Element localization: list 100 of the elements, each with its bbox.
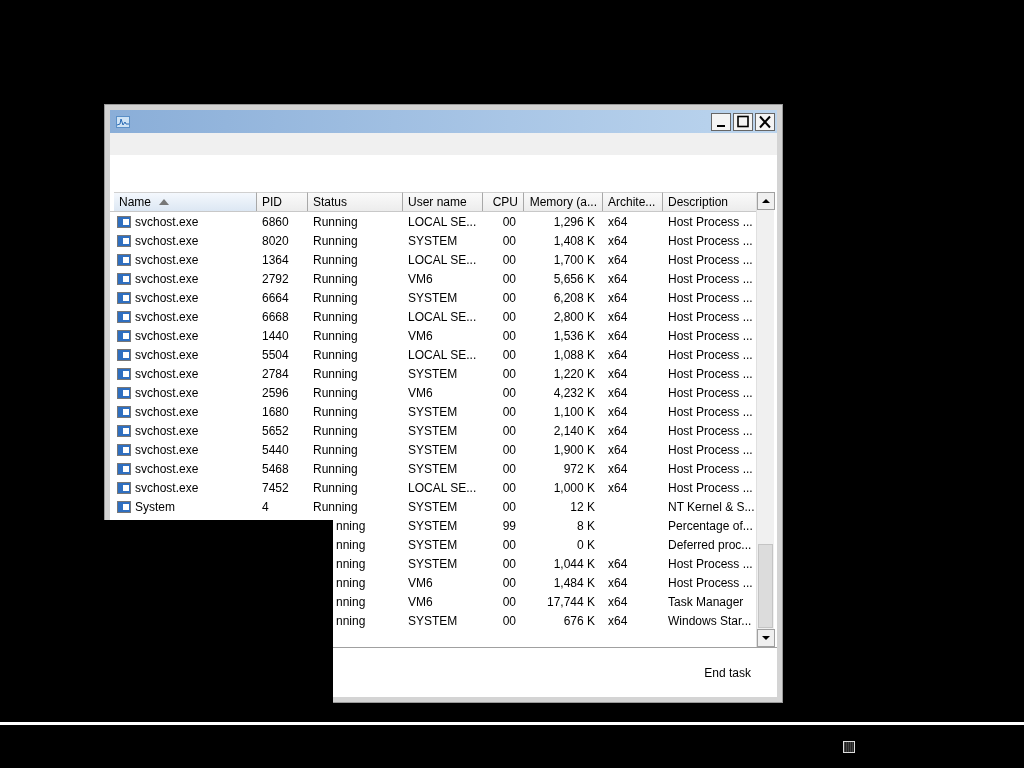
table-cell: Task Manager — [668, 594, 744, 609]
table-cell: svchost.exe — [135, 328, 199, 343]
table-cell: 6860 — [262, 214, 289, 229]
table-cell: Host Process ... — [668, 309, 753, 324]
table-cell: 00 — [502, 328, 516, 343]
maximize-button[interactable] — [733, 112, 753, 131]
column-header[interactable]: Archite... — [603, 192, 663, 211]
close-button[interactable] — [755, 112, 775, 131]
column-header[interactable]: PID — [257, 192, 308, 211]
table-cell: Host Process ... — [668, 290, 753, 305]
process-icon — [117, 462, 131, 475]
process-icon — [117, 253, 131, 266]
table-cell: 17,744 K — [546, 594, 595, 609]
table-cell: nning — [336, 518, 366, 533]
table-cell: Running — [313, 233, 358, 248]
table-cell: nning — [336, 594, 366, 609]
table-cell: x64 — [608, 594, 628, 609]
table-cell: 8 K — [577, 518, 595, 533]
scroll-up-icon[interactable] — [757, 192, 775, 210]
process-icon — [117, 234, 131, 247]
table-cell: x64 — [608, 252, 628, 267]
table-cell: Running — [313, 385, 358, 400]
table-cell: Running — [313, 499, 358, 514]
table-cell: LOCAL SE... — [408, 252, 477, 267]
table-cell: nning — [336, 575, 366, 590]
table-cell: 00 — [502, 480, 516, 495]
table-cell: Running — [313, 461, 358, 476]
scrollbar[interactable] — [756, 192, 774, 647]
table-cell: Host Process ... — [668, 556, 753, 571]
table-cell: 1,700 K — [553, 252, 595, 267]
table-cell: x64 — [608, 480, 628, 495]
scroll-thumb[interactable] — [758, 544, 773, 628]
table-cell: SYSTEM — [408, 556, 458, 571]
table-cell: SYSTEM — [408, 518, 458, 533]
table-cell: x64 — [608, 366, 628, 381]
table-cell: System — [135, 499, 175, 514]
table-cell: SYSTEM — [408, 404, 458, 419]
table-cell: Host Process ... — [668, 252, 753, 267]
table-cell: 00 — [502, 556, 516, 571]
table-cell: 4,232 K — [553, 385, 595, 400]
table-cell: 972 K — [563, 461, 595, 476]
column-header[interactable]: Memory (a... — [524, 192, 603, 211]
process-icon — [117, 443, 131, 456]
table-cell: Running — [313, 423, 358, 438]
table-cell: 00 — [502, 309, 516, 324]
table-cell: VM6 — [408, 575, 433, 590]
table-cell: 00 — [502, 613, 516, 628]
column-header[interactable]: User name — [403, 192, 483, 211]
table-cell: 5468 — [262, 461, 289, 476]
table-cell: Running — [313, 252, 358, 267]
column-header[interactable]: CPU — [483, 192, 524, 211]
table-cell: SYSTEM — [408, 366, 458, 381]
table-cell: svchost.exe — [135, 423, 199, 438]
table-cell: Running — [313, 290, 358, 305]
table-cell: Host Process ... — [668, 404, 753, 419]
process-icon — [117, 367, 131, 380]
process-icon — [117, 310, 131, 323]
table-cell: x64 — [608, 385, 628, 400]
table-cell: x64 — [608, 214, 628, 229]
table-cell: x64 — [608, 271, 628, 286]
table-cell: NT Kernel & S... — [668, 499, 755, 514]
table-cell: x64 — [608, 347, 628, 362]
table-cell: svchost.exe — [135, 480, 199, 495]
table-cell: 00 — [502, 214, 516, 229]
table-cell: SYSTEM — [408, 290, 458, 305]
table-cell: Host Process ... — [668, 328, 753, 343]
table-cell: 00 — [502, 347, 516, 362]
table-cell: nning — [336, 613, 366, 628]
process-icon — [117, 424, 131, 437]
table-cell: 00 — [502, 290, 516, 305]
table-cell: Percentage of... — [668, 518, 753, 533]
scroll-down-icon[interactable] — [757, 629, 775, 647]
table-cell: Running — [313, 480, 358, 495]
table-cell: x64 — [608, 309, 628, 324]
table-cell: SYSTEM — [408, 233, 458, 248]
table-cell: Running — [313, 442, 358, 457]
process-icon — [117, 329, 131, 342]
table-cell: VM6 — [408, 271, 433, 286]
table-cell: 1,220 K — [553, 366, 595, 381]
table-cell: Running — [313, 328, 358, 343]
table-cell: svchost.exe — [135, 290, 199, 305]
table-cell: 00 — [502, 366, 516, 381]
table-cell: x64 — [608, 556, 628, 571]
window-icon[interactable] — [843, 740, 855, 753]
process-icon — [117, 291, 131, 304]
table-cell: SYSTEM — [408, 461, 458, 476]
column-header[interactable]: Name — [114, 192, 257, 211]
table-cell: 7452 — [262, 480, 289, 495]
table-cell: x64 — [608, 613, 628, 628]
minimize-button[interactable] — [711, 112, 731, 131]
table-cell: 1,296 K — [553, 214, 595, 229]
table-cell: 2784 — [262, 366, 289, 381]
table-cell: Host Process ... — [668, 575, 753, 590]
table-cell: VM6 — [408, 385, 433, 400]
table-cell: 1,484 K — [553, 575, 595, 590]
sort-arrow-icon — [159, 199, 169, 205]
table-cell: 2,140 K — [553, 423, 595, 438]
column-header[interactable]: Status — [308, 192, 403, 211]
column-header[interactable]: Description — [663, 192, 756, 211]
table-cell: SYSTEM — [408, 537, 458, 552]
